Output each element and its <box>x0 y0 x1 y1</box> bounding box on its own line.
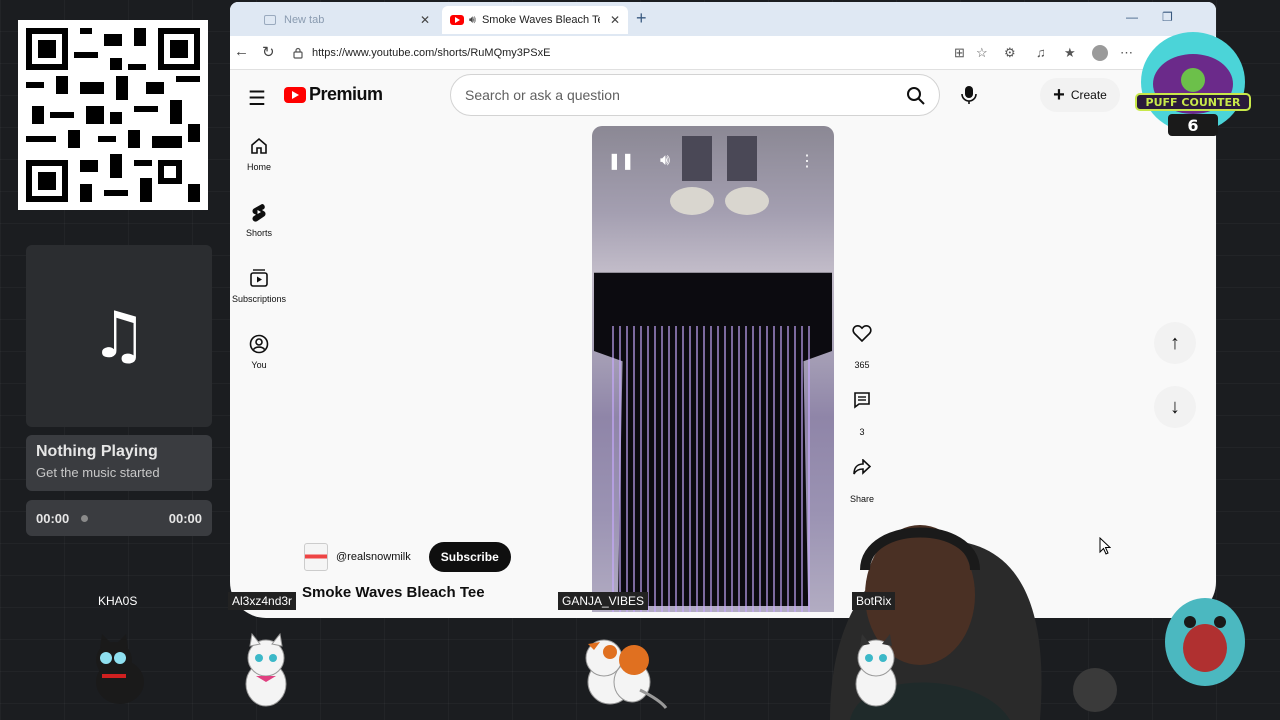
shorts-icon <box>252 204 266 222</box>
like-button[interactable]: 365 <box>842 316 882 370</box>
arrow-down-icon: ↓ <box>1170 395 1180 418</box>
puff-counter-label: PUFF COUNTER <box>1146 96 1241 109</box>
pause-icon[interactable]: ❚❚ <box>606 146 636 176</box>
puff-counter-overlay: PUFF COUNTER 6 <box>1135 32 1251 136</box>
chat-name-label: GANJA_VIBES <box>558 592 649 610</box>
comment-count: 3 <box>859 427 865 437</box>
channel-avatar[interactable] <box>304 543 328 571</box>
cat-avatar <box>245 632 287 707</box>
subscribe-button[interactable]: Subscribe <box>428 542 511 572</box>
music-subtitle: Get the music started <box>36 465 160 480</box>
url-field[interactable]: https://www.youtube.com/shorts/RuMQmy3PS… <box>286 42 956 64</box>
tab-youtube-short[interactable]: 🔊︎ Smoke Waves Bleach Tee - Yo ✕ <box>442 6 628 34</box>
puff-counter-count: 6 <box>1187 116 1198 135</box>
sidebar-item-home[interactable]: Home <box>230 136 288 172</box>
comment-icon <box>845 383 879 417</box>
home-icon <box>251 137 267 154</box>
channel-info: @realsnowmilk Subscribe <box>304 542 511 572</box>
favorites-icon[interactable]: ★ <box>1064 45 1076 61</box>
music-time-elapsed: 00:00 <box>36 510 70 526</box>
url-text: https://www.youtube.com/shorts/RuMQmy3PS… <box>312 47 551 59</box>
site-info-icon[interactable] <box>292 47 304 59</box>
refresh-icon[interactable]: ↻ <box>262 43 275 61</box>
sidebar-item-shorts[interactable]: Shorts <box>230 202 288 238</box>
menu-icon[interactable]: ☰ <box>248 86 266 111</box>
logo-text: Premium <box>309 84 383 104</box>
tab-bar: New tab ✕ 🔊︎ Smoke Waves Bleach Tee - Yo… <box>230 2 1216 36</box>
sidebar-item-you[interactable]: You <box>230 334 288 370</box>
music-album-art: ♫ <box>26 245 212 427</box>
address-bar: ← ↻ https://www.youtube.com/shorts/RuMQm… <box>230 36 1216 70</box>
extensions-icon[interactable]: ⚙ <box>1004 45 1016 61</box>
sidebar-item-label: Home <box>246 162 271 172</box>
next-short-button[interactable]: ↓ <box>1154 386 1196 428</box>
profile-icon[interactable] <box>1092 45 1108 61</box>
youtube-logo[interactable]: Premium <box>284 84 383 105</box>
youtube-play-icon <box>284 86 306 103</box>
qr-code-image <box>26 28 200 202</box>
tab-label: New tab <box>284 14 325 26</box>
tab-new-tab[interactable]: New tab ✕ <box>256 6 438 34</box>
qr-code <box>18 20 208 210</box>
apps-icon[interactable]: ⊞ <box>954 45 965 61</box>
create-button[interactable]: + Create <box>1040 78 1120 112</box>
comments-button[interactable]: 3 <box>842 383 882 437</box>
music-progress: 00:00 00:00 <box>26 500 212 536</box>
new-tab-page-icon <box>264 15 276 25</box>
you-icon <box>249 334 269 354</box>
music-progress-dot <box>80 514 88 522</box>
chat-name-label: Al3xz4nd3r <box>228 592 297 610</box>
like-count: 365 <box>854 360 870 370</box>
previous-short-button[interactable]: ↑ <box>1154 322 1196 364</box>
volume-icon[interactable]: 🔊︎ <box>650 146 680 176</box>
music-note-icon: ♫ <box>90 299 148 373</box>
chat-name-label: KHA0S <box>98 594 138 608</box>
search-input[interactable] <box>465 87 865 103</box>
close-tab-icon[interactable]: ✕ <box>610 13 620 27</box>
chat-name-label: BotRix <box>852 592 896 610</box>
search-icon <box>907 87 925 105</box>
speaker-icon[interactable]: 🔊︎ <box>469 14 476 27</box>
search-button[interactable] <box>902 82 930 110</box>
back-icon[interactable]: ← <box>234 43 249 60</box>
youtube-favicon-icon <box>450 15 464 25</box>
video-frame-fringe <box>612 326 812 612</box>
close-tab-icon[interactable]: ✕ <box>420 13 430 27</box>
channel-name[interactable]: @realsnowmilk <box>336 551 411 563</box>
cat-avatar <box>585 639 668 709</box>
mouse-cursor-icon <box>1099 537 1111 555</box>
more-options-icon[interactable]: ⋮ <box>792 146 822 176</box>
arrow-up-icon: ↑ <box>1170 331 1180 354</box>
voice-search-button[interactable] <box>952 78 986 112</box>
sidebar-item-label: Subscriptions <box>231 294 287 304</box>
cat-avatar <box>96 634 144 704</box>
sidebar-item-label: You <box>251 360 267 370</box>
music-now-playing: Nothing Playing Get the music started <box>26 435 212 491</box>
cat-avatar <box>855 634 897 707</box>
mascot-overlay <box>1165 598 1245 686</box>
subscriptions-icon <box>250 269 268 287</box>
share-button[interactable]: Share <box>842 450 882 504</box>
search-box[interactable] <box>450 74 940 116</box>
music-time-total: 00:00 <box>168 510 202 526</box>
plus-icon: + <box>1053 83 1065 106</box>
favorite-icon[interactable]: ☆ <box>976 45 988 61</box>
short-title[interactable]: Smoke Waves Bleach Tee <box>302 584 485 601</box>
tab-label: Smoke Waves Bleach Tee - Yo <box>481 14 600 26</box>
share-icon <box>845 450 879 484</box>
microphone-icon <box>961 86 977 104</box>
sidebar-item-label: Shorts <box>245 228 272 238</box>
heart-icon <box>845 316 879 350</box>
create-label: Create <box>1070 88 1107 102</box>
sidebar-item-subscriptions[interactable]: Subscriptions <box>230 268 288 304</box>
music-title: Nothing Playing <box>36 443 158 460</box>
new-tab-button[interactable]: + <box>636 8 647 29</box>
media-icon[interactable]: ♫ <box>1036 45 1046 60</box>
